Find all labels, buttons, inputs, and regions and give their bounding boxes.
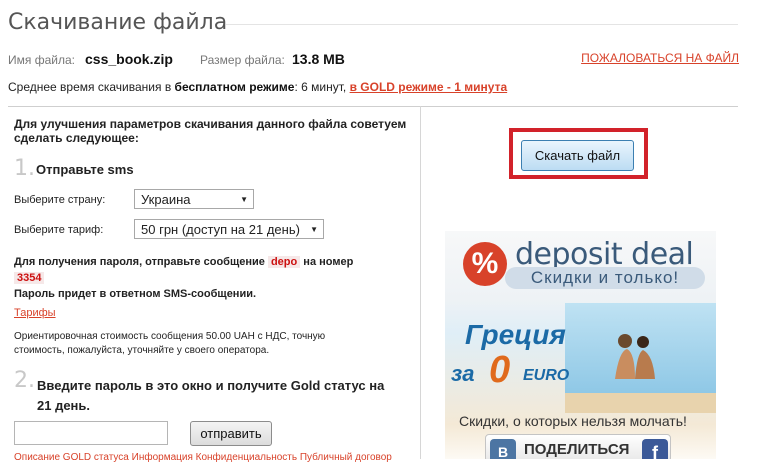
download-file-button[interactable]: Скачать файл: [521, 140, 634, 171]
vk-icon[interactable]: В: [490, 439, 516, 459]
ad-price-value: 0: [489, 349, 511, 391]
ad-tagline: Скидки, о которых нельзя молчать!: [459, 413, 687, 429]
chevron-down-icon: ▼: [310, 225, 318, 234]
cost-note: Ориентировочная стоимость сообщения 50.0…: [14, 331, 326, 356]
step2-title: Введите пароль в это окно и получите Gol…: [37, 378, 385, 413]
file-name: css_book.zip: [85, 51, 173, 67]
country-select[interactable]: Украина ▼: [134, 189, 254, 209]
sms-number: 3354: [14, 272, 45, 284]
avg-download-time: Среднее время скачивания в бесплатном ре…: [8, 80, 507, 94]
ad-couple-image: [615, 334, 655, 379]
deposit-deal-logo-icon: %: [463, 242, 507, 286]
tariff-select[interactable]: 50 грн (доступ на 21 день) ▼: [134, 219, 324, 239]
ad-price-prefix: за: [451, 361, 475, 386]
avg-prefix: Среднее время скачивания в: [8, 80, 172, 94]
ad-price-currency: EURO: [523, 367, 570, 384]
password-reply-note: Пароль придет в ответном SMS-сообщении.: [14, 288, 257, 300]
free-time: : 6 минут,: [294, 80, 347, 94]
country-value: Украина: [141, 192, 191, 207]
share-button[interactable]: В ПОДЕЛИТЬСЯ f: [485, 434, 671, 459]
password-input[interactable]: [14, 421, 168, 445]
facebook-icon[interactable]: f: [642, 439, 668, 459]
page-title: Скачивание файла: [8, 10, 228, 35]
password-msg-prefix: Для получения пароля, отправьте сообщени…: [14, 256, 265, 268]
tariffs-link[interactable]: Тарифы: [14, 307, 56, 319]
header-divider: [8, 106, 738, 107]
step2-number: 2.: [14, 368, 35, 393]
report-file-link[interactable]: ПОЖАЛОВАТЬСЯ НА ФАЙЛ: [581, 51, 739, 65]
tariff-label: Выберите тариф:: [14, 224, 104, 236]
sms-number-row: 3354: [14, 268, 45, 286]
free-mode-label: бесплатном режиме: [174, 80, 295, 94]
country-label: Выберите страну:: [14, 194, 106, 206]
tariff-value: 50 грн (доступ на 21 день): [141, 222, 300, 237]
file-name-label: Имя файла:: [8, 53, 75, 67]
gold-mode-link[interactable]: в GOLD режиме - 1 минута: [350, 80, 508, 94]
step1-number: 1.: [14, 156, 35, 181]
chevron-down-icon: ▼: [240, 195, 248, 204]
send-button[interactable]: отправить: [190, 421, 272, 446]
step1-title: Отправьте sms: [36, 162, 134, 177]
title-divider: [226, 24, 738, 25]
file-size-label: Размер файла:: [200, 53, 285, 67]
share-label: ПОДЕЛИТЬСЯ: [524, 441, 630, 458]
intro-text: Для улучшения параметров скачивания данн…: [14, 117, 407, 145]
ad-brand-slogan: Скидки и только!: [505, 267, 705, 289]
ad-sand-image: [565, 393, 716, 413]
password-msg-suffix: на номер: [303, 256, 354, 268]
footer-links-cut[interactable]: Описание GOLD статуса Информация Конфиде…: [14, 452, 399, 463]
ad-banner[interactable]: % deposit deal Скидки и только! Греция з…: [445, 231, 716, 459]
file-size: 13.8 MB: [292, 51, 345, 67]
password-instructions: Для получения пароля, отправьте сообщени…: [14, 256, 353, 268]
column-divider: [420, 106, 421, 459]
ad-destination: Греция: [465, 319, 566, 350]
sms-code: depo: [267, 256, 301, 268]
